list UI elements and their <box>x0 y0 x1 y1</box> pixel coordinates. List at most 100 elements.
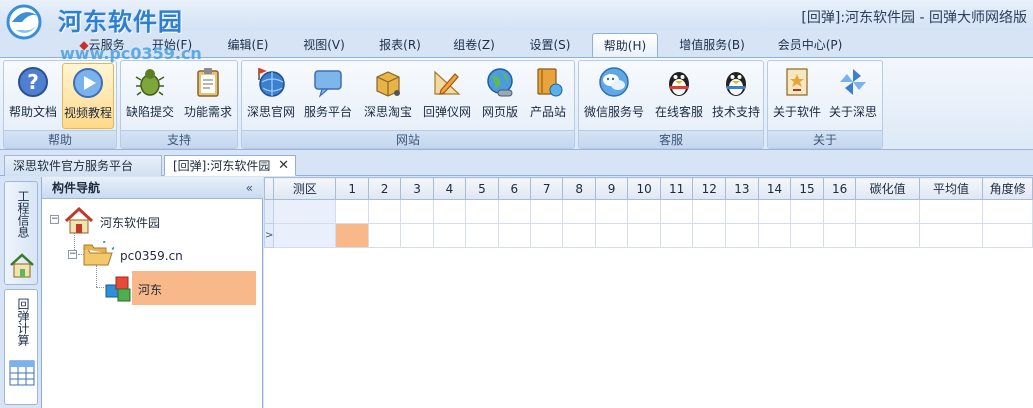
grid-cell[interactable] <box>273 223 337 248</box>
side-tab-project-info[interactable]: 工程信息 <box>4 181 38 285</box>
grid-cell[interactable] <box>273 199 337 224</box>
tab-help[interactable]: 帮助(H) <box>592 33 658 58</box>
grid-cell[interactable] <box>465 199 499 224</box>
tab-member-center[interactable]: 会员中心(P) <box>770 33 850 58</box>
help-docs-button[interactable]: ? 帮助文档 <box>6 63 60 129</box>
doc-tab-service-platform[interactable]: 深思软件官方服务平台 <box>4 155 162 176</box>
column-header[interactable]: 6 <box>497 177 532 200</box>
wechat-icon <box>599 67 629 97</box>
grid-cell[interactable] <box>367 223 402 248</box>
grid-cell[interactable] <box>725 223 759 248</box>
grid-cell[interactable] <box>432 223 467 248</box>
column-header[interactable]: 4 <box>432 177 467 200</box>
qq-penguin-icon <box>726 72 746 96</box>
tech-support-button[interactable]: 技术支持 <box>709 63 763 129</box>
grid-cell[interactable] <box>562 223 596 248</box>
grid-cell[interactable] <box>627 199 661 224</box>
column-header[interactable]: 3 <box>400 177 434 200</box>
grid-cell[interactable] <box>822 223 857 248</box>
grid-cell[interactable] <box>530 199 564 224</box>
tab-edit[interactable]: 编辑(E) <box>220 33 276 58</box>
column-header[interactable]: 10 <box>627 177 661 200</box>
column-header[interactable]: 平均值 <box>918 177 984 200</box>
grid-cell[interactable] <box>594 199 629 224</box>
web-version-button[interactable]: 网页版 <box>478 63 522 129</box>
grid-cell-selected[interactable] <box>335 223 369 248</box>
grid-cell[interactable] <box>432 199 467 224</box>
grid-cell[interactable] <box>400 223 434 248</box>
shensi-website-button[interactable]: 深思官网 <box>244 63 298 129</box>
grid-cell[interactable] <box>400 199 434 224</box>
grid-cell[interactable] <box>790 199 824 224</box>
column-header[interactable]: 碳化值 <box>855 177 920 200</box>
tab-compose[interactable]: 组卷(Z) <box>446 33 502 58</box>
column-header[interactable]: 1 <box>335 177 369 200</box>
grid-cell[interactable] <box>562 199 596 224</box>
grid-cell[interactable] <box>982 199 1033 224</box>
column-header[interactable]: 测区 <box>273 177 337 200</box>
column-header[interactable]: 15 <box>790 177 824 200</box>
doc-tab-rebound[interactable]: [回弹]:河东软件园 ✕ <box>164 155 296 176</box>
column-header[interactable]: 12 <box>692 177 727 200</box>
column-header[interactable]: 13 <box>725 177 759 200</box>
tree-line <box>96 287 104 288</box>
collapse-panel-icon[interactable]: « <box>246 177 253 199</box>
column-header[interactable]: 5 <box>465 177 499 200</box>
about-software-button[interactable]: 关于软件 <box>770 63 824 129</box>
grid-cell[interactable] <box>692 199 727 224</box>
row-header[interactable] <box>263 199 275 224</box>
side-tab-rebound-calc[interactable]: 回弹计算 <box>4 289 38 405</box>
feature-request-button[interactable]: 功能需求 <box>181 63 235 129</box>
grid-cell[interactable] <box>692 223 727 248</box>
grid-cell[interactable] <box>757 199 792 224</box>
grid-cell[interactable] <box>757 223 792 248</box>
grid-cell[interactable] <box>530 223 564 248</box>
grid-cell[interactable] <box>594 223 629 248</box>
column-header[interactable]: 7 <box>530 177 564 200</box>
collapse-icon[interactable]: − <box>50 215 59 224</box>
tab-view[interactable]: 视图(V) <box>296 33 352 58</box>
help-icon: ? <box>18 67 48 97</box>
grid-cell[interactable] <box>465 223 499 248</box>
video-tutorial-button[interactable]: 视频教程 <box>62 63 114 129</box>
grid-cell[interactable] <box>918 223 984 248</box>
close-icon[interactable]: ✕ <box>278 156 289 176</box>
row-header[interactable]: > <box>263 223 275 248</box>
bug-report-button[interactable]: 缺陷提交 <box>123 63 177 129</box>
column-header[interactable]: 11 <box>659 177 694 200</box>
online-service-button[interactable]: 在线客服 <box>651 63 707 129</box>
grid-cell[interactable] <box>497 223 532 248</box>
grid-cell[interactable] <box>855 223 920 248</box>
tab-report[interactable]: 报表(R) <box>372 33 428 58</box>
tab-value-added[interactable]: 增值服务(B) <box>674 33 750 58</box>
grid-cell[interactable] <box>918 199 984 224</box>
grid-cell[interactable] <box>659 199 694 224</box>
collapse-icon[interactable]: − <box>68 250 77 259</box>
grid-cell[interactable] <box>627 223 661 248</box>
column-header[interactable]: 16 <box>822 177 857 200</box>
column-header[interactable]: 9 <box>594 177 629 200</box>
grid-cell[interactable] <box>497 199 532 224</box>
column-header[interactable]: 14 <box>757 177 792 200</box>
column-header[interactable]: 角度修 <box>982 177 1033 200</box>
service-platform-button[interactable]: 服务平台 <box>300 63 356 129</box>
grid-cell[interactable] <box>659 223 694 248</box>
wechat-service-button[interactable]: 微信服务号 <box>581 63 647 129</box>
tree-node-component[interactable]: 河东 <box>104 271 258 305</box>
product-site-button[interactable]: 产品站 <box>524 63 572 129</box>
grid-cell[interactable] <box>790 223 824 248</box>
about-shensi-button[interactable]: 关于深思 <box>826 63 880 129</box>
grid-cell[interactable] <box>335 199 369 224</box>
tree-node-folder[interactable]: − pc0359.cn <box>68 241 258 271</box>
grid-cell[interactable] <box>982 223 1033 248</box>
tab-settings[interactable]: 设置(S) <box>522 33 578 58</box>
rebound-site-button[interactable]: 回弹仪网 <box>420 63 474 129</box>
column-header[interactable]: 8 <box>562 177 596 200</box>
shensi-taobao-button[interactable]: 深思淘宝 <box>360 63 416 129</box>
grid-cell[interactable] <box>367 199 402 224</box>
column-header[interactable]: 2 <box>367 177 402 200</box>
grid-cell[interactable] <box>855 199 920 224</box>
grid-cell[interactable] <box>725 199 759 224</box>
grid-cell[interactable] <box>822 199 857 224</box>
tree-node-root[interactable]: − 河东软件园 <box>50 207 250 237</box>
